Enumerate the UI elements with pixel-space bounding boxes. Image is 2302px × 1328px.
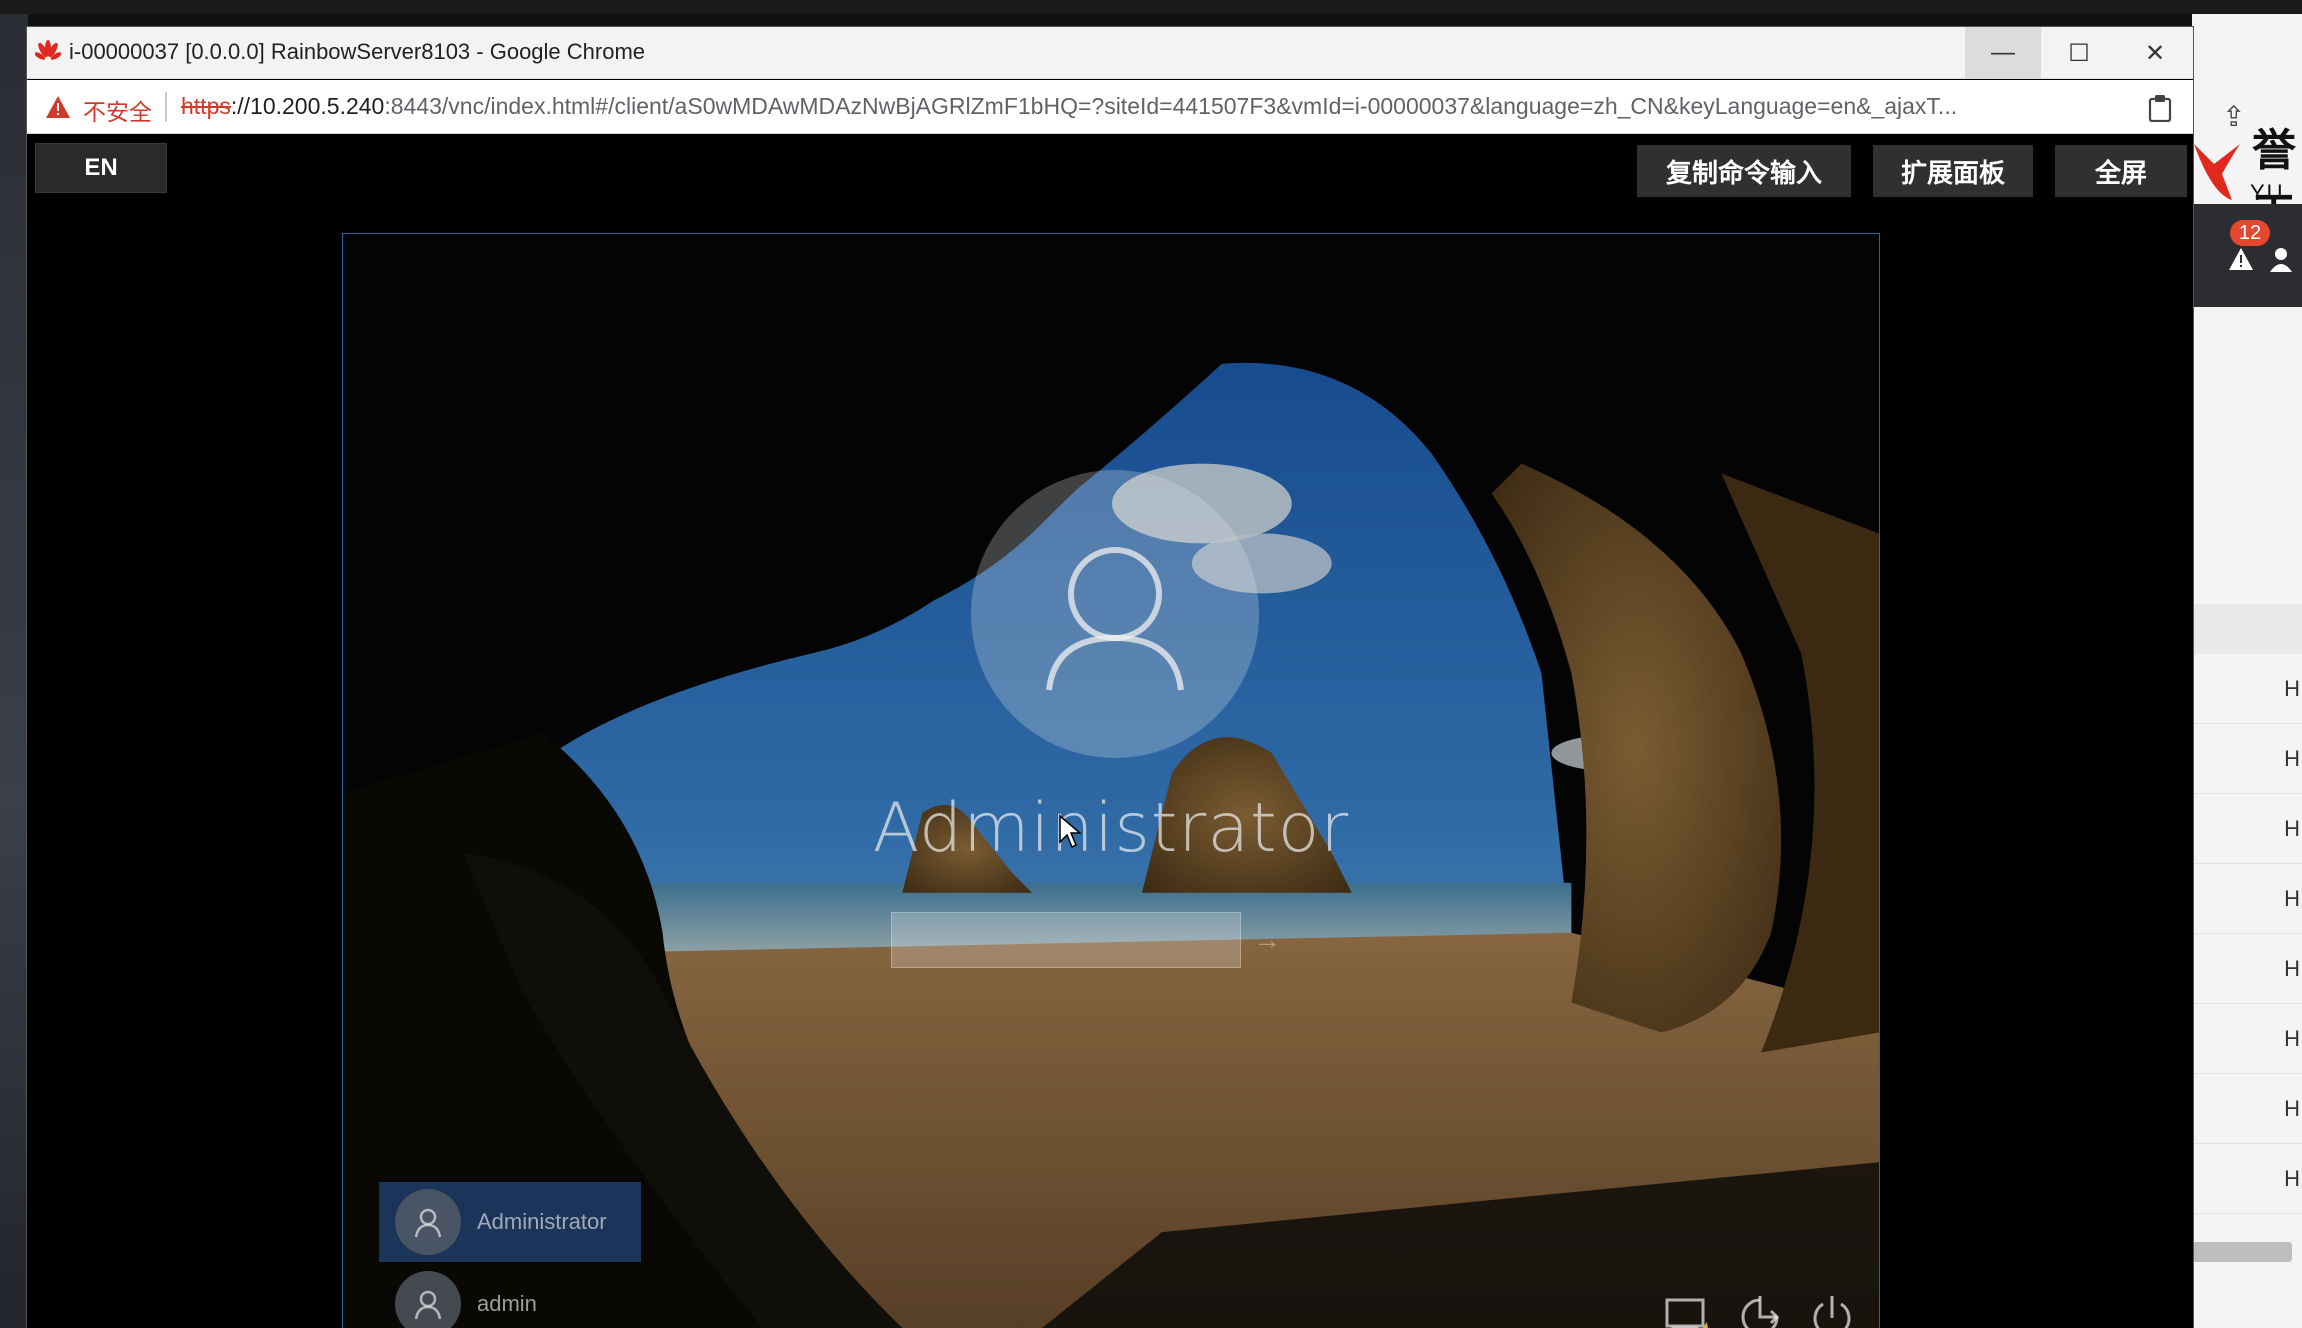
- person-icon: [1046, 547, 1184, 691]
- clipboard-icon[interactable]: [2147, 94, 2173, 122]
- desktop-top-strip: [0, 0, 2302, 14]
- table-row[interactable]: H: [2192, 1144, 2302, 1214]
- login-username: Administrator: [872, 789, 1350, 868]
- screenshot-root: ⇪ 誉天 YU T 12 H H H H H H H H: [0, 0, 2302, 1328]
- power-icon[interactable]: [1807, 1292, 1857, 1328]
- language-toggle-button[interactable]: EN: [35, 143, 167, 193]
- alert-count-badge: 12: [2230, 220, 2270, 246]
- fullscreen-button[interactable]: 全屏: [2055, 145, 2187, 197]
- remote-desktop-screen[interactable]: Administrator → Administrator admin: [342, 233, 1880, 1328]
- table-header: [2192, 604, 2302, 654]
- address-separator: [165, 92, 167, 122]
- close-button[interactable]: ✕: [2117, 27, 2193, 79]
- person-icon: [414, 1208, 442, 1238]
- table-row[interactable]: H: [2192, 724, 2302, 794]
- network-icon[interactable]: [1663, 1292, 1713, 1328]
- user-icon[interactable]: [2268, 246, 2294, 272]
- maximize-button[interactable]: ☐: [2041, 27, 2117, 79]
- user-list-item-administrator[interactable]: Administrator: [379, 1182, 641, 1262]
- brand-logo-mark: [2194, 144, 2240, 200]
- huawei-favicon-icon: [35, 40, 61, 60]
- person-icon: [414, 1290, 442, 1320]
- chrome-popup-window: i-00000037 [0.0.0.0] RainbowServer8103 -…: [26, 26, 2194, 1328]
- title-bar[interactable]: i-00000037 [0.0.0.0] RainbowServer8103 -…: [27, 27, 2193, 79]
- user-avatar-small: [395, 1189, 461, 1255]
- table-row[interactable]: H: [2192, 934, 2302, 1004]
- table-rows: H H H H H H H H: [2192, 654, 2302, 1214]
- password-field[interactable]: [891, 912, 1241, 968]
- table-row[interactable]: H: [2192, 1004, 2302, 1074]
- share-icon[interactable]: ⇪: [2222, 100, 2245, 133]
- table-row[interactable]: H: [2192, 1074, 2302, 1144]
- ease-of-access-icon[interactable]: [1735, 1292, 1785, 1328]
- table-row[interactable]: H: [2192, 794, 2302, 864]
- url-host: ://10.200.5.240: [230, 93, 385, 119]
- minimize-button[interactable]: —: [1965, 27, 2041, 79]
- background-web-app: ⇪ 誉天 YU T 12 H H H H H H H H: [2192, 14, 2302, 1328]
- url-scheme: https: [181, 93, 231, 119]
- not-secure-label[interactable]: 不安全: [83, 93, 152, 127]
- copy-command-input-button[interactable]: 复制命令输入: [1637, 145, 1851, 197]
- url-text[interactable]: https://10.200.5.240:8443/vnc/index.html…: [181, 93, 2141, 120]
- address-bar[interactable]: 不安全 https://10.200.5.240:8443/vnc/index.…: [27, 80, 2193, 134]
- mouse-cursor-icon: [1059, 814, 1082, 849]
- user-list-item-admin[interactable]: admin: [379, 1264, 641, 1328]
- submit-arrow-icon[interactable]: →: [1253, 924, 1281, 956]
- user-avatar-small: [395, 1271, 461, 1328]
- horizontal-scrollbar[interactable]: [2192, 1242, 2292, 1262]
- user-list-label: admin: [477, 1291, 537, 1316]
- url-path: :8443/vnc/index.html#/client/aS0wMDAwMDA…: [384, 93, 1958, 119]
- table-row[interactable]: H: [2192, 864, 2302, 934]
- lock-screen-wallpaper: [343, 234, 1879, 1328]
- extension-panel-button[interactable]: 扩展面板: [1873, 145, 2033, 197]
- warning-icon[interactable]: [45, 95, 71, 119]
- alert-icon[interactable]: [2228, 246, 2254, 272]
- user-list-label: Administrator: [477, 1209, 607, 1234]
- vnc-console: EN 复制命令输入 扩展面板 全屏 Administrator → Admini…: [27, 135, 2193, 1328]
- table-row[interactable]: H: [2192, 654, 2302, 724]
- window-title: i-00000037 [0.0.0.0] RainbowServer8103 -…: [69, 39, 646, 64]
- background-window-left: [0, 14, 28, 1328]
- user-avatar-large: [971, 470, 1259, 758]
